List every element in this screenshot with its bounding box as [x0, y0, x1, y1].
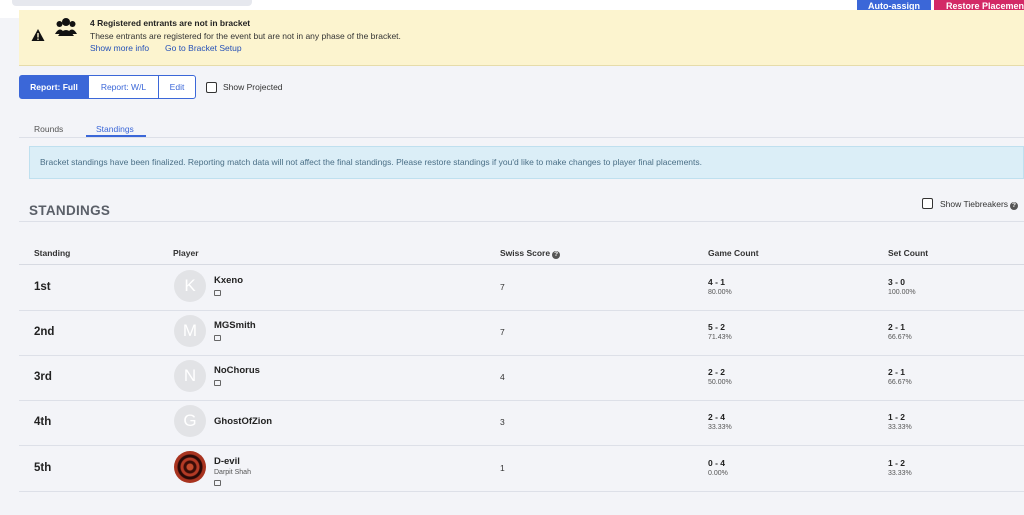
set-count: 2 - 1: [888, 367, 906, 377]
game-percent: 71.43%: [708, 334, 732, 341]
column-header-game-count: Game Count: [708, 248, 759, 258]
placement: 3rd: [34, 371, 52, 383]
warning-title: 4 Registered entrants are not in bracket: [90, 18, 251, 28]
game-count: 4 - 1: [708, 277, 726, 287]
player-name[interactable]: Kxeno: [214, 275, 243, 286]
avatar[interactable]: M: [174, 315, 206, 347]
player-name[interactable]: NoChorus: [214, 365, 260, 376]
set-percent: 66.67%: [888, 334, 912, 341]
tabs-divider: [19, 137, 1024, 138]
player-name[interactable]: MGSmith: [214, 320, 256, 331]
column-header-swiss-score: Swiss Score?: [500, 248, 561, 259]
users-icon: [55, 18, 77, 36]
top-search-field[interactable]: [12, 0, 252, 6]
game-count: 0 - 4: [708, 458, 726, 468]
tab-rounds[interactable]: Rounds: [34, 124, 63, 134]
table-row: 2nd M MGSmith 7 5 - 2 71.43% 2 - 1 66.67…: [19, 310, 1024, 356]
warning-icon: [31, 29, 45, 41]
column-header-standing: Standing: [34, 248, 71, 258]
game-percent: 50.00%: [708, 379, 732, 386]
set-count: 1 - 2: [888, 458, 906, 468]
game-count: 2 - 2: [708, 367, 726, 377]
avatar[interactable]: K: [174, 270, 206, 302]
table-row: 3rd N NoChorus 4 2 - 2 50.00% 2 - 1 66.6…: [19, 355, 1024, 401]
standings-divider: [19, 221, 1024, 222]
show-projected-checkbox[interactable]: [206, 82, 217, 93]
table-row: 4th G GhostOfZion 3 2 - 4 33.33% 1 - 2 3…: [19, 400, 1024, 446]
show-projected-label[interactable]: Show Projected: [223, 82, 283, 92]
swiss-score: 1: [500, 463, 505, 473]
column-header-player: Player: [173, 248, 199, 258]
standings-finalized-alert: Bracket standings have been finalized. R…: [29, 146, 1024, 179]
swiss-score: 4: [500, 372, 505, 382]
set-count: 2 - 1: [888, 322, 906, 332]
column-header-set-count: Set Count: [888, 248, 929, 258]
monitor-icon: [214, 335, 221, 341]
unassigned-entrants-warning: 4 Registered entrants are not in bracket…: [19, 10, 1024, 66]
tab-standings[interactable]: Standings: [96, 124, 134, 134]
player-name[interactable]: GhostOfZion: [214, 416, 272, 427]
help-icon[interactable]: ?: [1010, 202, 1019, 210]
active-tab-indicator: [86, 135, 146, 137]
monitor-icon: [214, 290, 221, 296]
game-count: 2 - 4: [708, 412, 726, 422]
chat-icon: [214, 480, 221, 486]
set-percent: 33.33%: [888, 424, 912, 431]
avatar[interactable]: G: [174, 405, 206, 437]
go-to-bracket-setup-link[interactable]: Go to Bracket Setup: [165, 43, 242, 53]
edit-button[interactable]: Edit: [158, 75, 196, 99]
game-percent: 80.00%: [708, 289, 732, 296]
monitor-icon: [214, 380, 221, 386]
help-icon[interactable]: ?: [552, 251, 561, 259]
placement: 2nd: [34, 326, 55, 338]
player-name[interactable]: D-evil: [214, 456, 240, 467]
set-percent: 100.00%: [888, 289, 916, 296]
player-real-name: Darpit Shah: [214, 469, 251, 476]
report-wl-button[interactable]: Report: W/L: [89, 75, 159, 99]
game-percent: 33.33%: [708, 424, 732, 431]
avatar[interactable]: [174, 451, 206, 483]
placement: 5th: [34, 462, 52, 474]
game-count: 5 - 2: [708, 322, 726, 332]
game-percent: 0.00%: [708, 470, 728, 477]
set-count: 1 - 2: [888, 412, 906, 422]
show-tiebreakers-label[interactable]: Show Tiebreakers?: [940, 199, 1019, 210]
table-row: 1st K Kxeno 7 4 - 1 80.00% 3 - 0 100.00%: [19, 265, 1024, 311]
warning-message: These entrants are registered for the ev…: [90, 31, 401, 41]
show-tiebreakers-checkbox[interactable]: [922, 198, 933, 209]
set-percent: 66.67%: [888, 379, 912, 386]
swiss-score: 7: [500, 282, 505, 292]
show-more-info-link[interactable]: Show more info: [90, 43, 149, 53]
report-full-button[interactable]: Report: Full: [19, 75, 89, 99]
placement: 4th: [34, 416, 52, 428]
swiss-score: 3: [500, 417, 505, 427]
placement: 1st: [34, 281, 51, 293]
standings-title: STANDINGS: [29, 203, 111, 218]
set-percent: 33.33%: [888, 470, 912, 477]
avatar[interactable]: N: [174, 360, 206, 392]
swiss-score: 7: [500, 327, 505, 337]
set-count: 3 - 0: [888, 277, 906, 287]
table-row: 5th D-evil Darpit Shah 1 0 - 4 0.00% 1 -…: [19, 446, 1024, 492]
